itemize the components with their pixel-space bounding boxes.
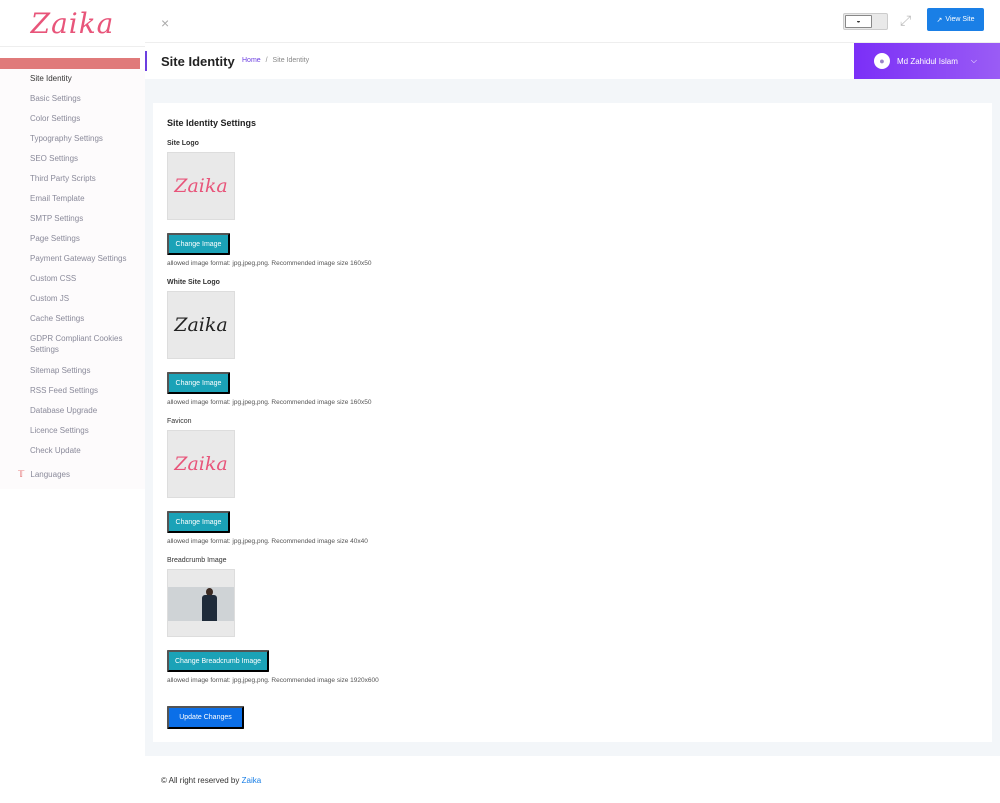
breadcrumb: Home / Site Identity xyxy=(242,57,309,64)
change-site-logo-button[interactable]: Change Image xyxy=(167,233,230,255)
site-logo-preview: Zaika xyxy=(167,152,235,220)
change-breadcrumb-button[interactable]: Change Breadcrumb Image xyxy=(167,650,269,672)
change-white-logo-button[interactable]: Change Image xyxy=(167,372,230,394)
sidebar-item-seo-settings[interactable]: SEO Settings xyxy=(30,153,135,164)
white-logo-hint: allowed image format: jpg,jpeg,png. Reco… xyxy=(167,399,372,406)
logo-text: Zaika xyxy=(30,6,115,40)
theme-toggle[interactable]: ◒ xyxy=(843,13,888,30)
sidebar-item-languages[interactable]: 𝕋 Languages xyxy=(18,469,70,480)
sidebar-item-gdpr-settings[interactable]: GDPR Compliant Cookies Settings xyxy=(30,333,135,355)
user-name: Md Zahidul Islam xyxy=(897,56,958,66)
photo-person-body xyxy=(202,595,217,621)
avatar: ● xyxy=(874,53,890,69)
view-site-label: View Site xyxy=(945,16,975,23)
footer-brand-link[interactable]: Zaika xyxy=(242,776,262,785)
sidebar-item-licence-settings[interactable]: Licence Settings xyxy=(30,425,135,436)
page-header: Site Identity Home / Site Identity ● Md … xyxy=(145,43,1000,79)
settings-card: Site Identity Settings Site Logo Zaika C… xyxy=(153,103,992,742)
top-bar: × ◒ ⤢ ↗ View Site xyxy=(145,0,1000,43)
favicon-hint: allowed image format: jpg,jpeg,png. Reco… xyxy=(167,538,368,545)
site-logo-label: Site Logo xyxy=(167,140,199,147)
sidebar-item-cache-settings[interactable]: Cache Settings xyxy=(30,313,135,324)
sidebar-item-color-settings[interactable]: Color Settings xyxy=(30,113,135,124)
sidebar: Zaika Site Identity Basic Settings Color… xyxy=(0,0,145,803)
user-menu[interactable]: ● Md Zahidul Islam ⌵ xyxy=(854,43,1000,79)
toggle-knob-icon: ◒ xyxy=(845,15,872,28)
brand-logo[interactable]: Zaika xyxy=(0,0,145,47)
page-title: Site Identity xyxy=(161,54,235,69)
sidebar-item-payment-gateway-settings[interactable]: Payment Gateway Settings xyxy=(30,253,135,264)
sidebar-item-database-upgrade[interactable]: Database Upgrade xyxy=(30,405,135,416)
breadcrumb-image-preview xyxy=(167,569,235,637)
favicon-label: Favicon xyxy=(167,418,192,425)
white-logo-label: White Site Logo xyxy=(167,279,220,286)
footer-text: © All right reserved by xyxy=(161,776,240,785)
favicon-image-text: Zaika xyxy=(174,453,228,475)
breadcrumb-hint: allowed image format: jpg,jpeg,png. Reco… xyxy=(167,677,379,684)
sidebar-item-check-update[interactable]: Check Update xyxy=(30,445,135,456)
chevron-down-icon: ⌵ xyxy=(970,56,977,65)
breadcrumb-current: Site Identity xyxy=(272,57,310,64)
sidebar-item-custom-css[interactable]: Custom CSS xyxy=(30,273,135,284)
form-title: Site Identity Settings xyxy=(167,118,257,128)
close-icon[interactable]: × xyxy=(161,15,169,31)
sidebar-item-rss-feed-settings[interactable]: RSS Feed Settings xyxy=(30,385,135,396)
sidebar-item-label: Languages xyxy=(30,470,70,479)
breadcrumb-image-label: Breadcrumb Image xyxy=(167,557,227,564)
header-accent-bar xyxy=(145,51,147,71)
white-logo-image-text: Zaika xyxy=(174,314,228,336)
white-logo-preview: Zaika xyxy=(167,291,235,359)
update-changes-button[interactable]: Update Changes xyxy=(167,706,244,729)
sidebar-item-basic-settings[interactable]: Basic Settings xyxy=(30,93,135,104)
change-favicon-button[interactable]: Change Image xyxy=(167,511,230,533)
fullscreen-icon[interactable]: ⤢ xyxy=(900,12,911,29)
breadcrumb-photo xyxy=(168,587,234,621)
site-logo-hint: allowed image format: jpg,jpeg,png. Reco… xyxy=(167,260,372,267)
sidebar-item-third-party-scripts[interactable]: Third Party Scripts xyxy=(30,173,135,184)
sidebar-item-page-settings[interactable]: Page Settings xyxy=(30,233,135,244)
view-site-button[interactable]: ↗ View Site xyxy=(927,8,984,31)
sidebar-item-sitemap-settings[interactable]: Sitemap Settings xyxy=(30,365,135,376)
favicon-preview: Zaika xyxy=(167,430,235,498)
sidebar-item-typography-settings[interactable]: Typography Settings xyxy=(30,133,135,144)
footer: © All right reserved by Zaika xyxy=(161,776,261,785)
language-icon: 𝕋 xyxy=(18,469,25,479)
external-link-icon: ↗ xyxy=(936,16,943,24)
site-logo-image-text: Zaika xyxy=(174,175,228,197)
breadcrumb-home-link[interactable]: Home xyxy=(242,57,261,64)
sidebar-item-smtp-settings[interactable]: SMTP Settings xyxy=(30,213,135,224)
sidebar-item-custom-js[interactable]: Custom JS xyxy=(30,293,135,304)
breadcrumb-separator: / xyxy=(265,57,268,64)
sidebar-item-site-identity[interactable]: Site Identity xyxy=(30,73,135,84)
active-menu-group-highlight[interactable] xyxy=(0,58,140,69)
sidebar-item-email-template[interactable]: Email Template xyxy=(30,193,135,204)
